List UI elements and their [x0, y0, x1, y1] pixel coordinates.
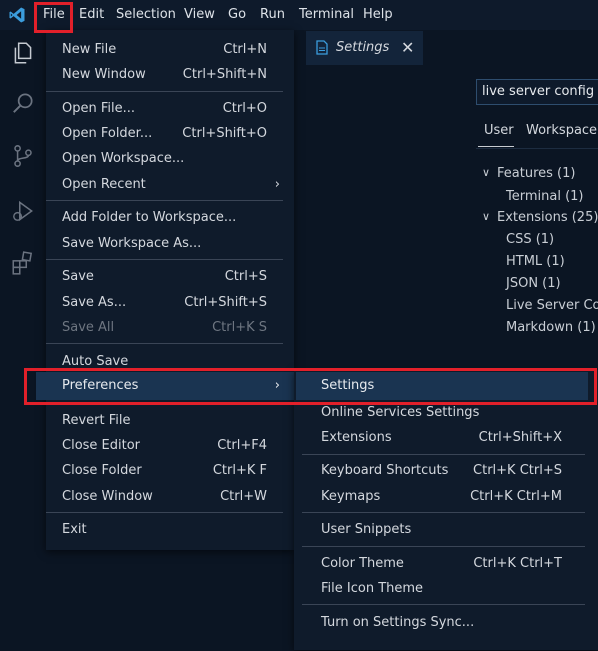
- toc-item-live-server[interactable]: Live Server Co...: [506, 298, 598, 313]
- menu-item-revert-file[interactable]: Revert File: [46, 408, 294, 434]
- menu-item-close-editor[interactable]: Close Editor Ctrl+F4: [46, 433, 294, 459]
- menu-item-new-window[interactable]: New Window Ctrl+Shift+N: [46, 62, 294, 88]
- toc-item-features[interactable]: Features (1): [497, 166, 575, 181]
- menu-separator: [302, 512, 585, 513]
- menu-separator: [46, 343, 283, 344]
- highlight-box-preferences: [24, 368, 597, 405]
- menu-separator: [302, 604, 585, 605]
- menu-item-open-recent[interactable]: Open Recent ›: [46, 172, 294, 198]
- menu-go[interactable]: Go: [228, 0, 246, 30]
- active-tab-indicator: [478, 146, 514, 147]
- chevron-down-icon[interactable]: ∨: [482, 210, 490, 223]
- divider: [476, 148, 598, 149]
- tab-settings[interactable]: Settings ✕: [306, 31, 423, 65]
- scope-tab-user[interactable]: User: [484, 123, 514, 138]
- chevron-right-icon: ›: [274, 177, 280, 192]
- settings-file-icon: [316, 40, 328, 55]
- source-control-icon[interactable]: [10, 143, 36, 169]
- toc-item-css[interactable]: CSS (1): [506, 232, 554, 247]
- menu-separator: [46, 200, 283, 201]
- menu-item-user-snippets[interactable]: User Snippets: [294, 517, 598, 543]
- menu-separator: [46, 512, 283, 513]
- tab-label: Settings: [336, 40, 390, 55]
- menu-edit[interactable]: Edit: [79, 0, 104, 30]
- toc-item-terminal[interactable]: Terminal (1): [506, 189, 584, 204]
- menu-item-open-workspace[interactable]: Open Workspace...: [46, 146, 294, 172]
- toc-item-extensions[interactable]: Extensions (25): [497, 210, 598, 225]
- menu-item-close-folder[interactable]: Close Folder Ctrl+K F: [46, 458, 294, 484]
- menu-item-save-as[interactable]: Save As... Ctrl+Shift+S: [46, 290, 294, 316]
- menu-item-keymaps[interactable]: Keymaps Ctrl+K Ctrl+M: [294, 484, 598, 510]
- activity-bar: [0, 30, 46, 651]
- toc-item-html[interactable]: HTML (1): [506, 254, 565, 269]
- menu-view[interactable]: View: [184, 0, 215, 30]
- scope-tab-workspace[interactable]: Workspace: [526, 123, 597, 138]
- menu-item-exit[interactable]: Exit: [46, 517, 294, 543]
- menu-separator: [302, 546, 585, 547]
- menu-item-color-theme[interactable]: Color Theme Ctrl+K Ctrl+T: [294, 551, 598, 577]
- menu-item-settings-sync[interactable]: Turn on Settings Sync...: [294, 610, 598, 636]
- menu-bar: File Edit Selection View Go Run Terminal…: [0, 0, 598, 30]
- settings-search-input[interactable]: live server config: [476, 79, 598, 105]
- menu-selection[interactable]: Selection: [116, 0, 176, 30]
- menu-separator: [302, 454, 585, 455]
- search-icon[interactable]: [10, 90, 36, 116]
- vscode-logo-icon: [9, 7, 25, 23]
- menu-separator: [46, 259, 283, 260]
- menu-item-open-file[interactable]: Open File... Ctrl+O: [46, 96, 294, 122]
- close-icon[interactable]: ✕: [401, 38, 414, 57]
- menu-item-save-all: Save All Ctrl+K S: [62, 320, 267, 335]
- menu-help[interactable]: Help: [363, 0, 393, 30]
- explorer-icon[interactable]: [10, 40, 36, 66]
- toc-item-markdown[interactable]: Markdown (1): [506, 320, 596, 335]
- menu-separator: [46, 91, 283, 92]
- menu-item-open-folder[interactable]: Open Folder... Ctrl+Shift+O: [46, 121, 294, 147]
- menu-item-new-file[interactable]: New File Ctrl+N: [46, 37, 294, 63]
- menu-item-file-icon-theme[interactable]: File Icon Theme: [294, 576, 598, 602]
- preferences-submenu: Online Services Settings Extensions Ctrl…: [294, 370, 598, 650]
- menu-item-keyboard-shortcuts[interactable]: Keyboard Shortcuts Ctrl+K Ctrl+S: [294, 458, 598, 484]
- menu-item-close-window[interactable]: Close Window Ctrl+W: [46, 484, 294, 510]
- file-menu: New File Ctrl+N New Window Ctrl+Shift+N …: [46, 30, 294, 550]
- menu-run[interactable]: Run: [260, 0, 285, 30]
- highlight-box-file: [34, 2, 73, 33]
- menu-item-save-workspace-as[interactable]: Save Workspace As...: [46, 231, 294, 257]
- menu-item-extensions[interactable]: Extensions Ctrl+Shift+X: [294, 425, 598, 451]
- menu-item-save[interactable]: Save Ctrl+S: [46, 264, 294, 290]
- menu-terminal[interactable]: Terminal: [299, 0, 354, 30]
- extensions-icon[interactable]: [10, 250, 36, 276]
- toc-item-json[interactable]: JSON (1): [506, 276, 561, 291]
- run-debug-icon[interactable]: [10, 198, 36, 224]
- menu-item-add-folder[interactable]: Add Folder to Workspace...: [46, 205, 294, 231]
- chevron-down-icon[interactable]: ∨: [482, 166, 490, 179]
